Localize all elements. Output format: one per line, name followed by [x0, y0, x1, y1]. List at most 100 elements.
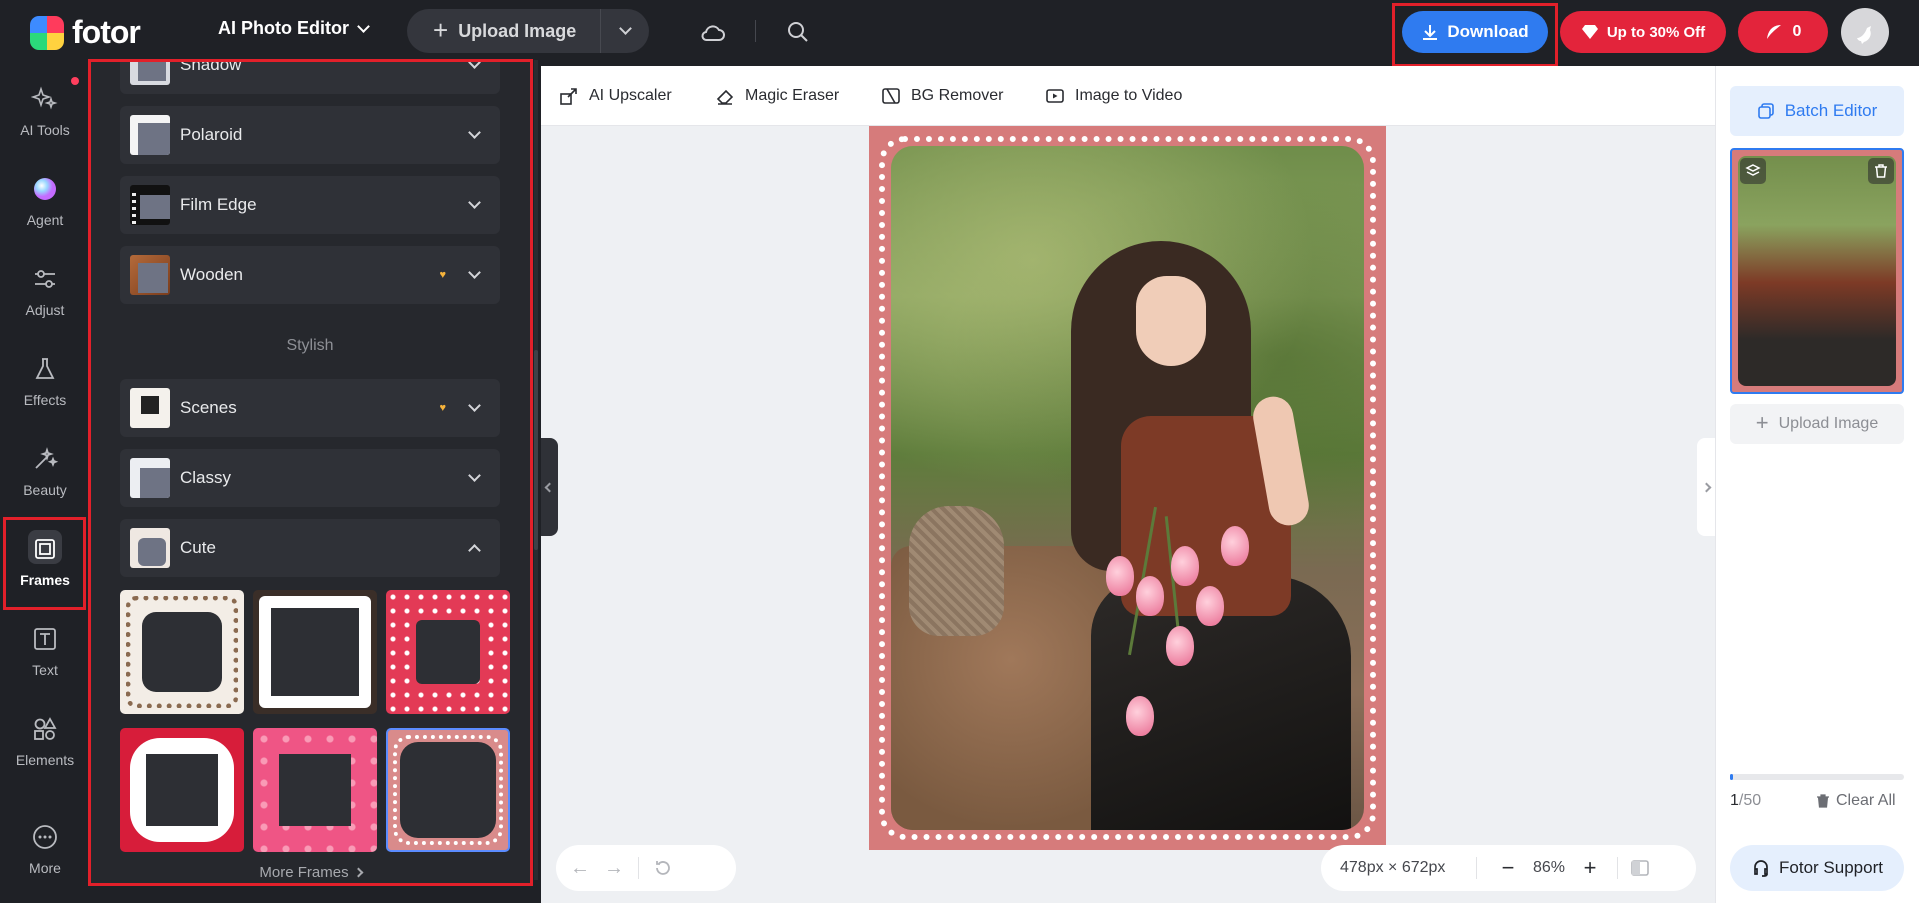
upload-options-dropdown[interactable] [601, 22, 649, 35]
chevron-left-icon [544, 482, 555, 492]
tool-label: Image to Video [1075, 87, 1183, 104]
bg-remover-tool[interactable]: BG Remover [881, 86, 1003, 106]
user-avatar[interactable] [1841, 8, 1889, 56]
text-icon [34, 627, 56, 650]
promo-label: Up to 30% Off [1606, 23, 1706, 41]
tool-label: BG Remover [911, 87, 1004, 104]
eraser-icon [716, 89, 734, 105]
more-icon [33, 824, 57, 849]
delete-image-button[interactable] [1868, 158, 1894, 184]
video-icon [1046, 89, 1064, 103]
batch-editor-button[interactable]: Batch Editor [1730, 86, 1904, 136]
frames-panel-highlight [88, 59, 533, 886]
zoom-out-button[interactable]: − [1491, 855, 1525, 881]
rail-item-effects[interactable]: Effects [0, 338, 90, 424]
panel-scrollbar[interactable] [534, 60, 538, 880]
right-upload-label: Upload Image [1778, 415, 1879, 432]
undo-button[interactable]: ← [570, 857, 590, 880]
color-orb-icon [34, 177, 56, 200]
fotor-support-button[interactable]: Fotor Support [1730, 845, 1904, 891]
chevron-right-icon [1701, 482, 1711, 492]
zoom-level: 86% [1532, 859, 1566, 876]
feather-icon [1766, 25, 1781, 39]
rail-label: Effects [23, 391, 67, 408]
shapes-icon [34, 716, 57, 740]
cloud-save-button[interactable] [697, 16, 729, 48]
rail-label: Text [32, 661, 58, 678]
scrollbar-thumb[interactable] [534, 350, 538, 550]
divider [638, 857, 639, 879]
upload-image-label: Upload Image [458, 20, 577, 41]
layers-icon [1745, 164, 1761, 176]
chevron-down-icon [357, 19, 370, 33]
headset-icon [1754, 860, 1768, 877]
sparkle-icon [31, 85, 58, 110]
rail-item-text[interactable]: Text [0, 608, 90, 694]
progress-fill [1730, 774, 1734, 780]
compare-button[interactable] [1630, 859, 1650, 877]
clear-all-label: Clear All [1836, 792, 1896, 809]
magic-eraser-tool[interactable]: Magic Eraser [715, 86, 839, 106]
download-icon [1423, 25, 1438, 40]
collapse-panel-handle[interactable] [541, 438, 558, 536]
zoom-controls: 478px × 672px − 86% + [1321, 845, 1696, 891]
app-menu-dropdown[interactable]: AI Photo Editor [218, 18, 370, 39]
download-label: Download [1447, 22, 1529, 41]
rail-item-beauty[interactable]: Beauty [0, 428, 90, 514]
rail-item-adjust[interactable]: Adjust [0, 248, 90, 334]
logo-text: fotor [72, 14, 141, 50]
chevron-down-icon [618, 22, 632, 35]
rail-item-more[interactable]: More [0, 806, 90, 892]
app-menu-label: AI Photo Editor [218, 18, 349, 38]
frames-highlight [3, 517, 86, 610]
fotor-logo[interactable]: fotor [30, 14, 141, 51]
rail-label: Elements [15, 751, 75, 768]
count-total: /50 [1738, 792, 1762, 809]
credits-button[interactable]: 0 [1738, 11, 1828, 53]
clear-all-button[interactable]: Clear All [1816, 792, 1896, 810]
history-reset-button[interactable] [653, 858, 673, 878]
promo-button[interactable]: Up to 30% Off [1560, 11, 1726, 53]
divider [755, 20, 756, 42]
rail-item-elements[interactable]: Elements [0, 698, 90, 784]
rail-item-agent[interactable]: Agent [0, 158, 90, 244]
canvas-image-frame[interactable] [869, 126, 1386, 850]
batch-editor-label: Batch Editor [1784, 101, 1878, 120]
rail-label: Adjust [25, 301, 65, 318]
rail-item-ai-tools[interactable]: AI Tools [0, 68, 90, 154]
flask-icon [35, 357, 55, 379]
rail-label: AI Tools [20, 121, 70, 138]
diamond-icon [1581, 25, 1598, 39]
magic-wand-icon [35, 446, 59, 469]
search-button[interactable] [782, 16, 814, 48]
right-upload-image-button[interactable]: + Upload Image [1730, 404, 1904, 444]
layers-button[interactable] [1740, 158, 1766, 184]
plus-icon: + [1755, 409, 1769, 435]
search-icon [788, 22, 808, 42]
thumbnail-photo [1738, 156, 1896, 386]
bg-remover-icon [882, 88, 900, 104]
rail-label: Agent [26, 211, 64, 228]
tool-label: Magic Eraser [745, 87, 840, 104]
lace-frame-border [879, 136, 1376, 840]
history-controls: ← → [556, 845, 736, 891]
zoom-in-button[interactable]: + [1573, 855, 1607, 881]
tool-label: AI Upscaler [589, 87, 672, 104]
rail-label: More [29, 859, 61, 876]
image-count: 1/50 [1730, 792, 1761, 810]
credits-count: 0 [1792, 23, 1802, 40]
top-bar: fotor AI Photo Editor + Upload Image Dow… [0, 0, 1919, 67]
divider [1476, 857, 1477, 879]
divider [1617, 857, 1618, 879]
redo-button[interactable]: → [604, 857, 624, 880]
trash-icon [1817, 794, 1829, 808]
batch-icon [1757, 103, 1774, 119]
image-thumbnail-selected[interactable] [1730, 148, 1904, 394]
download-button[interactable]: Download [1402, 11, 1548, 53]
trash-icon [1875, 164, 1887, 178]
count-current: 1 [1730, 792, 1739, 809]
expand-right-panel-handle[interactable] [1697, 438, 1715, 536]
ai-upscaler-tool[interactable]: AI Upscaler [559, 86, 672, 106]
image-to-video-tool[interactable]: Image to Video [1045, 86, 1182, 106]
upload-image-button[interactable]: + Upload Image [407, 9, 601, 53]
